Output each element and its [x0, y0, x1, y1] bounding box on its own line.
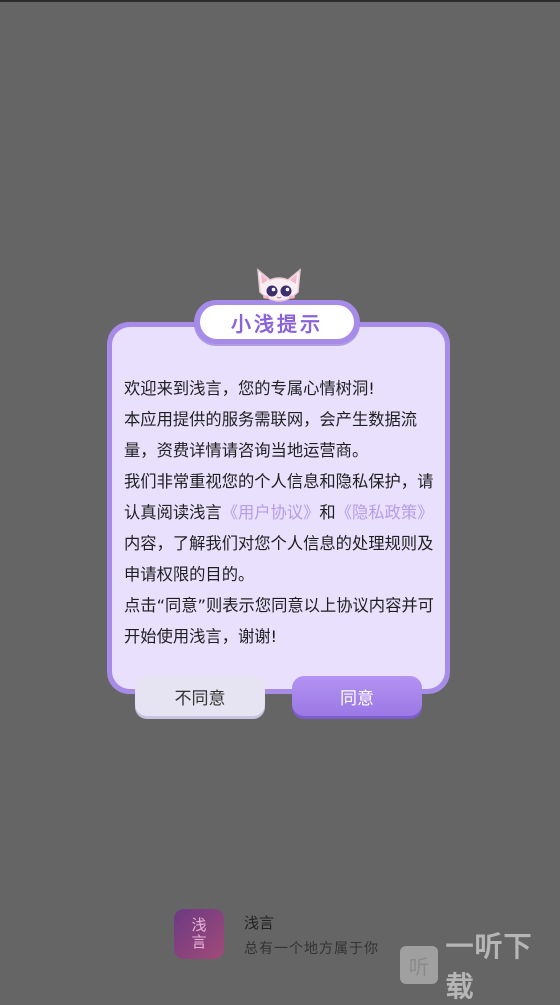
watermark-text: 一听下载	[446, 925, 560, 1005]
app-slogan: 总有一个地方属于你	[244, 938, 379, 958]
dialog-message: 欢迎来到浅言，您的专属心情树洞! 本应用提供的服务需联网，会产生数据流量，资费详…	[124, 373, 434, 652]
agree-button[interactable]: 同意	[292, 676, 422, 716]
app-name: 浅言	[244, 912, 274, 933]
cat-mascot-icon	[250, 264, 308, 308]
dialog-title-inner: 小浅提示	[200, 305, 354, 339]
dialog-title: 小浅提示	[231, 308, 323, 337]
top-edge-line	[0, 0, 560, 2]
decline-button[interactable]: 不同意	[135, 676, 265, 716]
privacy-policy-link[interactable]: 《隐私政策》	[336, 503, 434, 522]
app-logo-text: 浅言	[191, 917, 207, 951]
user-agreement-link[interactable]: 《用户协议》	[222, 503, 320, 522]
message-network: 本应用提供的服务需联网，会产生数据流量，资费详情请咨询当地运营商。	[124, 404, 434, 466]
message-conjunction: 和	[319, 503, 335, 522]
message-consent: 点击“同意”则表示您同意以上协议内容并可开始使用浅言，谢谢!	[124, 590, 434, 652]
app-logo: 浅言	[174, 909, 224, 959]
message-privacy-suffix: 内容，了解我们对您个人信息的处理规则及申请权限的目的。	[124, 534, 433, 584]
message-privacy: 我们非常重视您的个人信息和隐私保护，请认真阅读浅言《用户协议》和《隐私政策》内容…	[124, 466, 434, 590]
message-welcome: 欢迎来到浅言，您的专属心情树洞!	[124, 373, 434, 404]
watermark: 听 一听下载	[400, 945, 560, 985]
watermark-logo-icon: 听	[400, 946, 438, 984]
